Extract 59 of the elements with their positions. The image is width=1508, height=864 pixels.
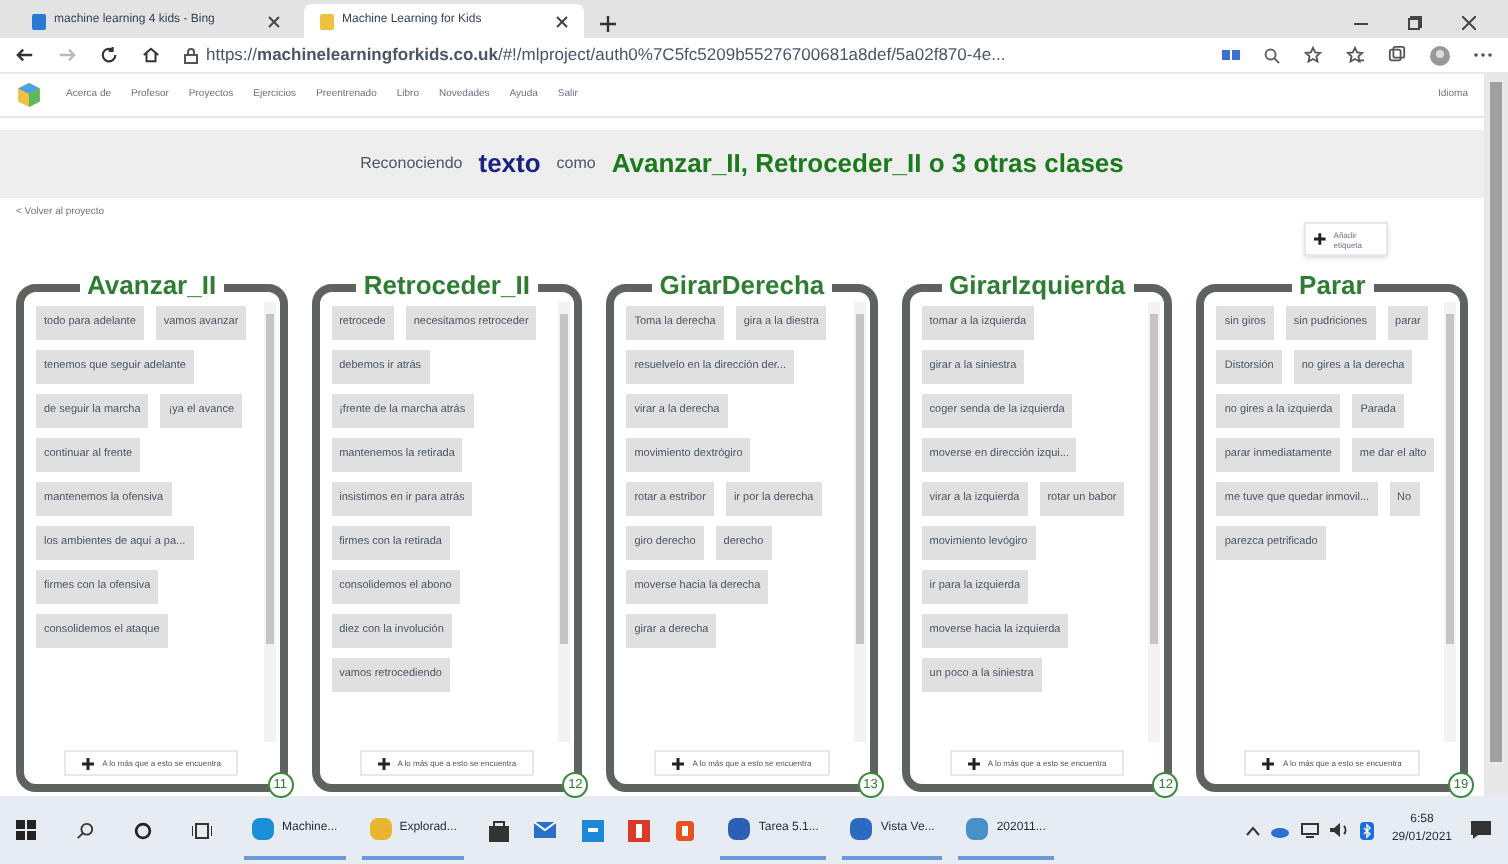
home-icon[interactable]: [142, 46, 160, 64]
plus-icon: [672, 757, 685, 769]
network-icon[interactable]: [1299, 822, 1320, 838]
close-icon[interactable]: [1462, 16, 1476, 30]
app-icon: [850, 817, 873, 839]
plus-icon: [1314, 232, 1326, 246]
star-icon[interactable]: [1304, 46, 1322, 64]
close-icon[interactable]: [556, 15, 568, 27]
new-tab-icon[interactable]: [600, 16, 616, 32]
app-icon: [252, 817, 274, 839]
cube-logo-icon[interactable]: [16, 82, 42, 108]
profile-icon[interactable]: [1430, 45, 1450, 65]
app-icon: [966, 817, 989, 839]
tab-favicon-icon: [320, 13, 334, 29]
scrollbar[interactable]: [853, 302, 866, 742]
cloud-icon[interactable]: [1269, 823, 1290, 837]
chevron-up-icon[interactable]: [1245, 825, 1260, 835]
scrollbar[interactable]: [263, 302, 276, 742]
plus-icon: [377, 757, 390, 769]
plus-icon: [967, 757, 980, 769]
class-list-title: Avanzar_II, Retroceder_II o 3 otras clases: [611, 146, 1124, 183]
scrollbar[interactable]: [558, 302, 571, 742]
scrollbar[interactable]: [1443, 302, 1456, 742]
store-bag-icon[interactable]: [488, 819, 511, 841]
back-icon[interactable]: [16, 46, 34, 64]
project-type: texto: [478, 146, 541, 183]
restore-icon[interactable]: [1408, 16, 1422, 30]
lock-icon: [184, 47, 198, 63]
app-tile-icon[interactable]: [582, 819, 605, 841]
label-title: Avanzar_II: [79, 270, 225, 302]
heading-text: como: [556, 152, 596, 176]
label-title: GirarIzquierda: [941, 270, 1134, 302]
more-icon[interactable]: [1474, 52, 1492, 58]
scrollbar[interactable]: [1148, 302, 1161, 742]
notifications-icon[interactable]: [1470, 820, 1492, 840]
label-title: Retroceder_II: [355, 270, 538, 302]
reload-icon[interactable]: [100, 46, 118, 64]
page-scrollbar[interactable]: [1484, 74, 1508, 796]
collections-icon[interactable]: [1388, 46, 1406, 64]
address-bar[interactable]: https://machinelearningforkids.co.uk/#!/mlproject/auth0%7C5fc5209b55276700681a8def/5a02f870-4e...: [206, 42, 1006, 68]
bluetooth-icon[interactable]: [1359, 821, 1374, 839]
close-icon[interactable]: [268, 15, 280, 27]
plus-icon: [82, 757, 95, 769]
zoom-icon[interactable]: [1264, 47, 1280, 63]
app-icon: [728, 817, 751, 839]
plus-icon: [1262, 757, 1275, 769]
tab-favicon-icon: [32, 13, 46, 29]
app-icon: [369, 817, 392, 839]
volume-icon[interactable]: [1329, 822, 1350, 838]
windows-start-icon[interactable]: [16, 820, 36, 840]
office-icon[interactable]: [674, 819, 697, 841]
read-aloud-icon[interactable]: [1222, 48, 1240, 62]
app-tile-icon[interactable]: [628, 819, 651, 841]
favorites-icon[interactable]: [1346, 46, 1364, 64]
task-view-icon[interactable]: [192, 821, 212, 839]
heading-text: Reconociendo: [360, 152, 463, 176]
circle-icon[interactable]: [134, 821, 152, 839]
search-icon[interactable]: [76, 821, 94, 839]
mail-icon[interactable]: [534, 820, 559, 840]
